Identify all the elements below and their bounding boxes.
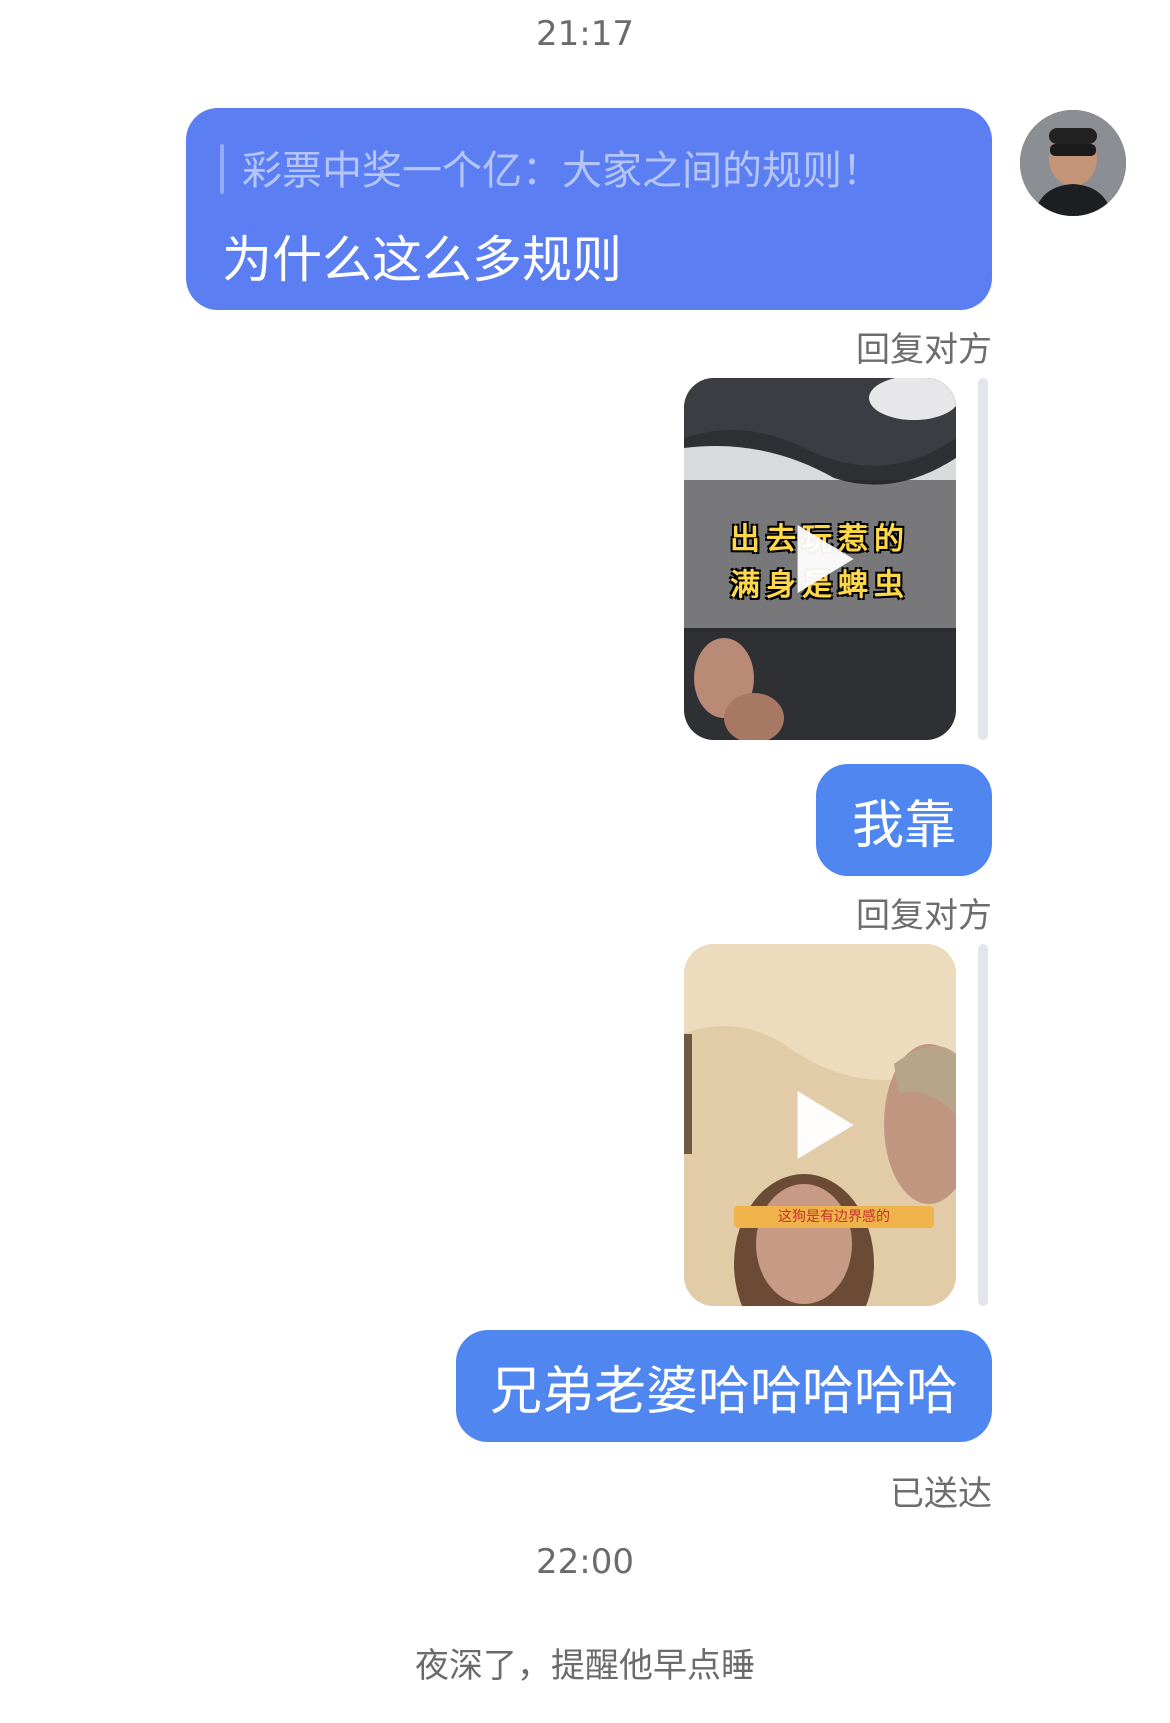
reply-link[interactable]: 回复对方	[856, 322, 992, 371]
message-bubble[interactable]: 我靠	[816, 764, 992, 876]
play-icon[interactable]	[797, 1091, 854, 1159]
user-avatar[interactable]	[1020, 110, 1126, 216]
play-icon[interactable]	[797, 525, 854, 593]
system-tip: 夜深了，提醒他早点睡	[415, 1646, 755, 1686]
video-subtitle: 这狗是有边界感的	[734, 1206, 934, 1228]
message-bubble[interactable]: 兄弟老婆哈哈哈哈哈	[456, 1330, 992, 1442]
timestamp: 21:17	[536, 14, 634, 54]
scrollbar[interactable]	[978, 378, 988, 740]
avatar-image	[1020, 110, 1126, 216]
quoted-text: 彩票中奖一个亿：大家之间的规则！	[242, 148, 882, 194]
scrollbar[interactable]	[978, 944, 988, 1306]
quoted-message-bubble[interactable]: 彩票中奖一个亿：大家之间的规则！ 为什么这么多规则	[186, 108, 992, 310]
quote-bar	[220, 144, 224, 194]
timestamp: 22:00	[536, 1542, 634, 1582]
video-message[interactable]: 这狗是有边界感的	[684, 944, 956, 1306]
delivery-status: 已送达	[890, 1474, 992, 1514]
video-message[interactable]: 出去玩惹的 满身是蜱虫	[684, 378, 956, 740]
message-text: 为什么这么多规则	[222, 231, 622, 289]
reply-link[interactable]: 回复对方	[856, 888, 992, 937]
